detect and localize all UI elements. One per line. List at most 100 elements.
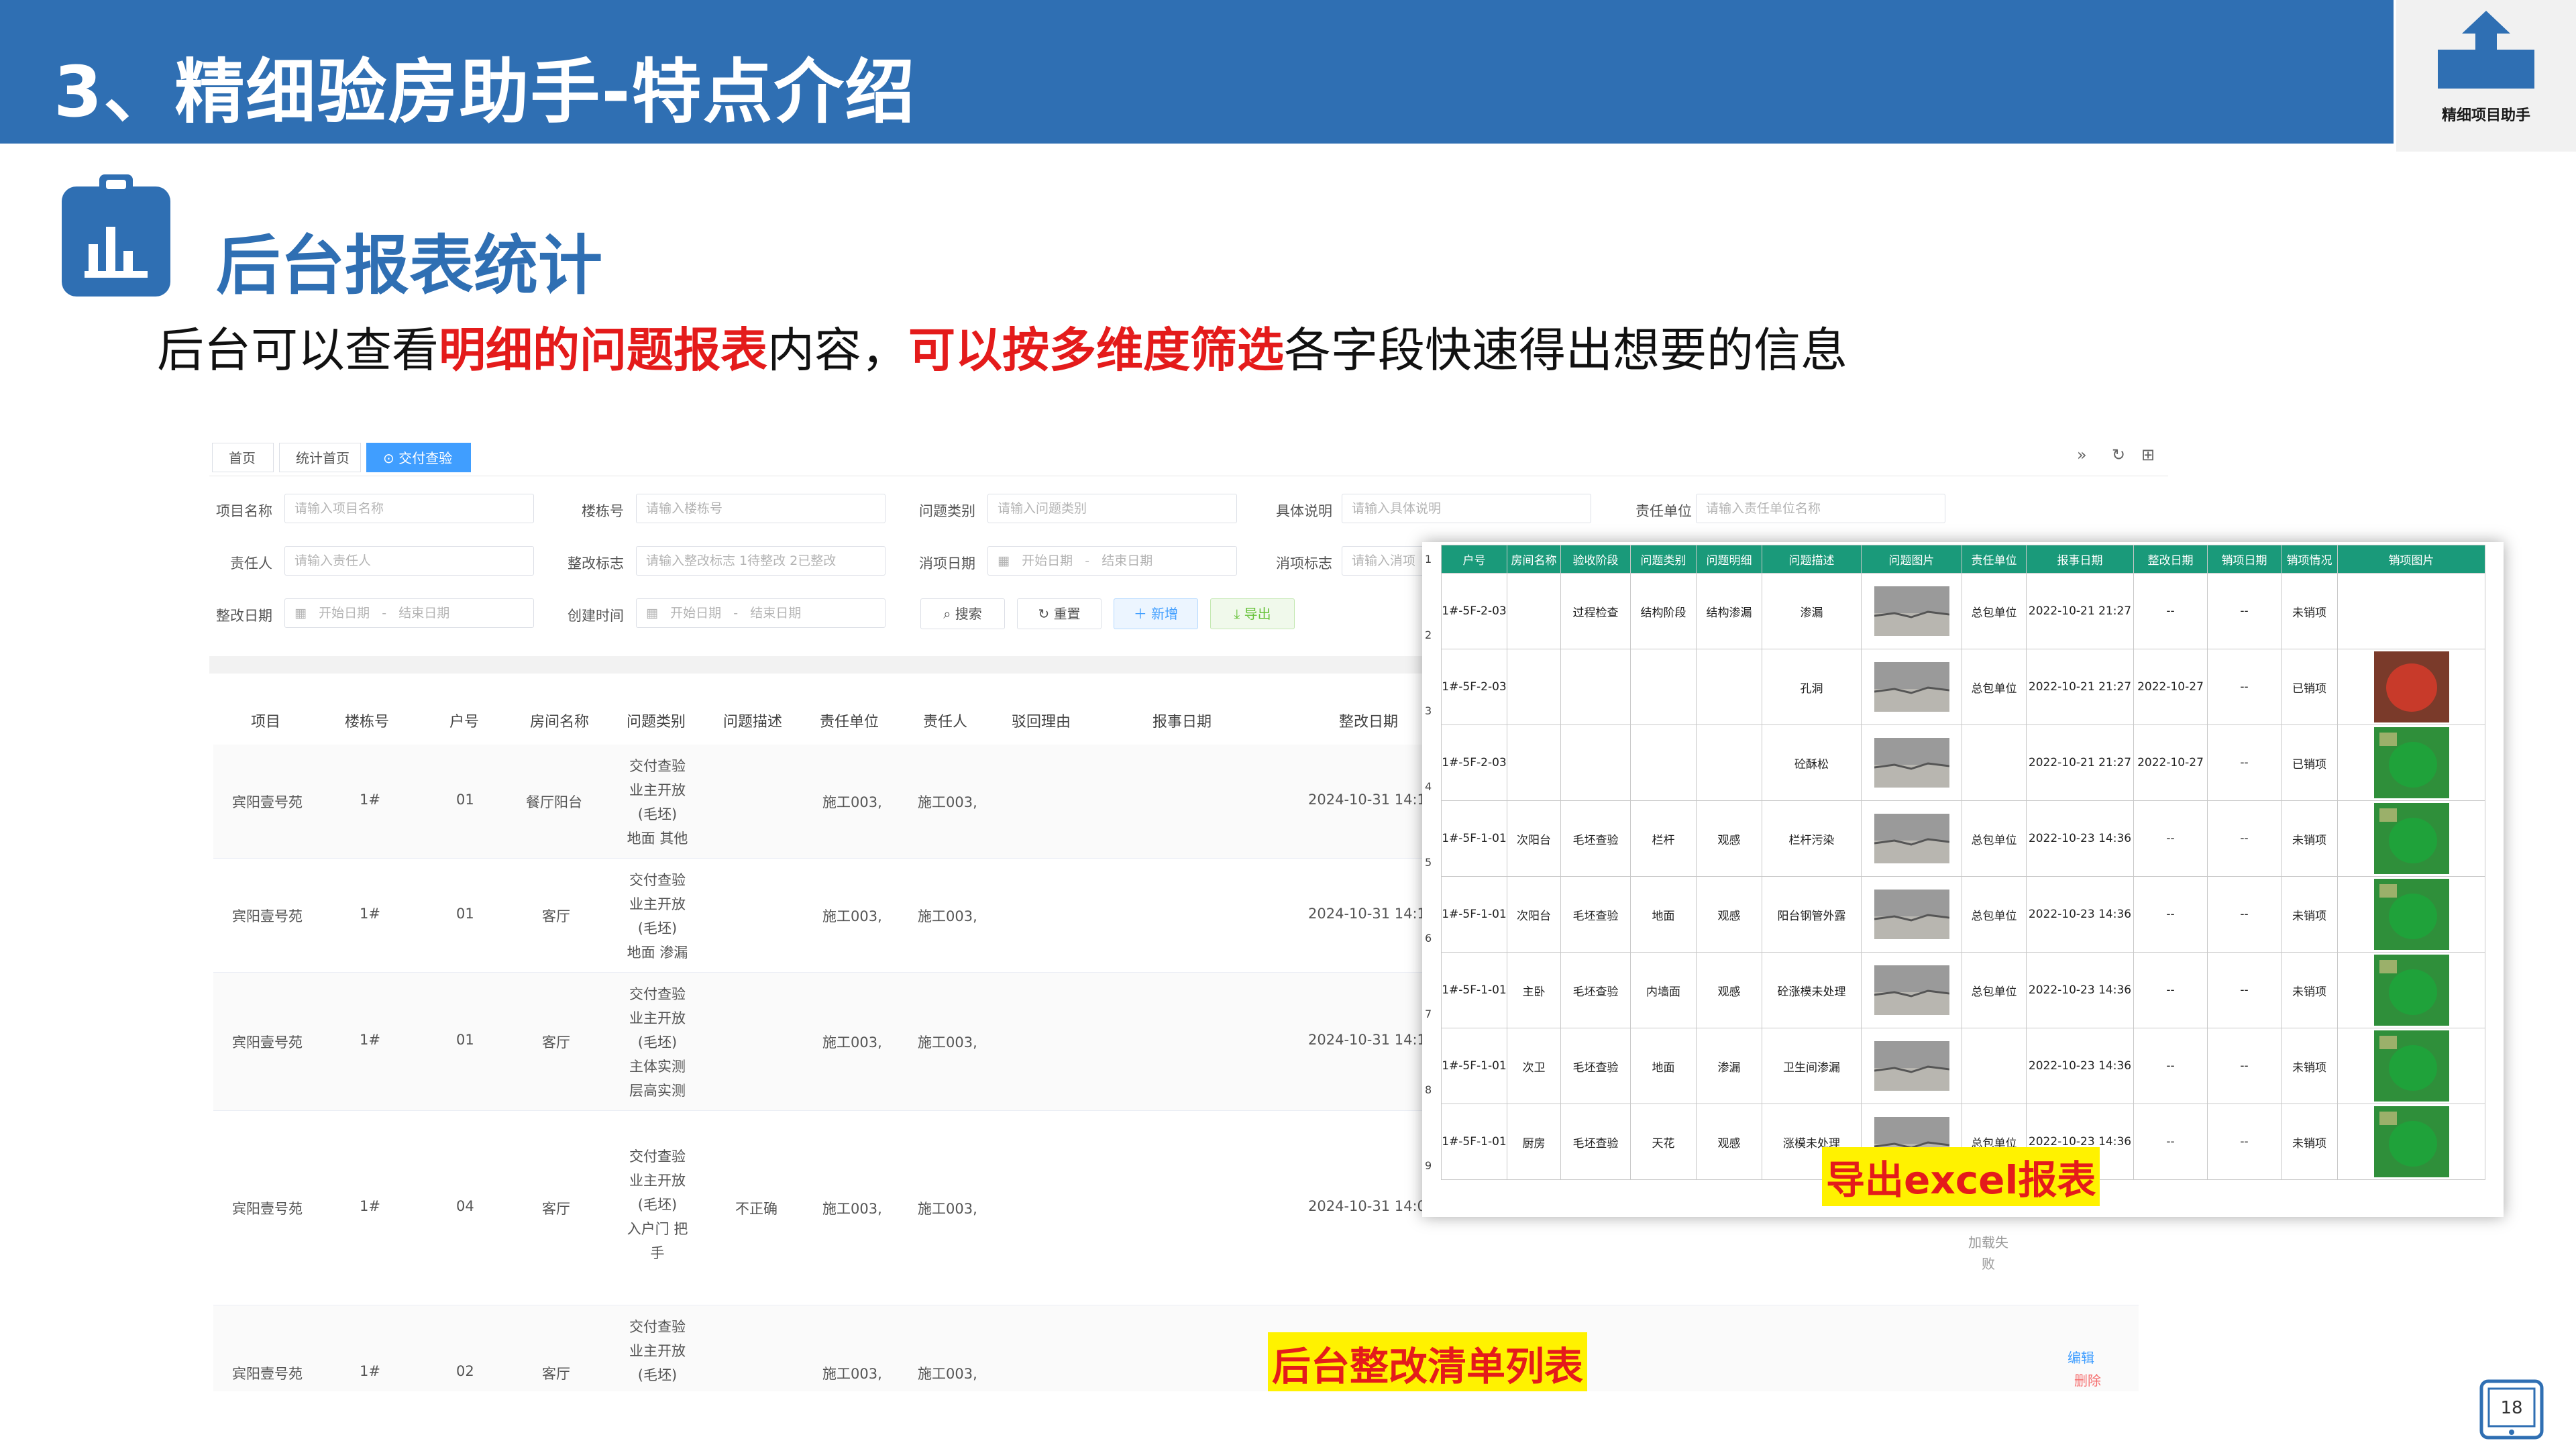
excel-cell: 总包单位 <box>1962 952 2027 1028</box>
col-company: 责任单位 <box>820 714 879 731</box>
excel-issue-photo <box>1861 952 1962 1028</box>
flag-input[interactable]: 请输入整改标志 1待整改 2已整改 <box>636 546 885 576</box>
person-input[interactable]: 请输入责任人 <box>284 546 534 576</box>
cancel-date-range[interactable]: ▦ 开始日期 - 结束日期 <box>987 546 1237 576</box>
excel-row-number: 7 <box>1425 1008 1432 1020</box>
excel-cell: 阳台钢管外露 <box>1762 876 1862 953</box>
excel-row: 1#-5F-1-01 次卫 毛坯查验 地面 渗漏 卫生间渗漏 2022-10-23 14:3… <box>1441 1028 2485 1104</box>
excel-cell: 毛坯查验 <box>1560 1028 1631 1104</box>
reset-button[interactable]: ↻ 重置 <box>1017 598 1102 629</box>
tab-delivery-inspection[interactable]: ⊙ 交付查验 <box>366 443 471 472</box>
export-button[interactable]: ⤓ 导出 <box>1210 598 1295 629</box>
add-button[interactable]: ＋ 新增 <box>1114 598 1198 629</box>
excel-cell: 厨房 <box>1507 1104 1561 1180</box>
unit-input[interactable]: 请输入责任单位名称 <box>1696 494 1945 523</box>
edit-link[interactable]: 编辑 <box>2068 1347 2094 1366</box>
section-title: 后台报表统计 <box>216 228 602 303</box>
create-time-range[interactable]: ▦ 开始日期 - 结束日期 <box>636 598 885 628</box>
expand-icon[interactable]: » <box>2077 445 2087 464</box>
excel-cell: 2022-10-23 14:36 <box>2026 800 2134 877</box>
excel-header-cell: 销项图片 <box>2337 545 2485 574</box>
cell-room: 客厅 <box>542 1366 570 1382</box>
excel-cell: 总包单位 <box>1962 876 2027 953</box>
excel-cell: 1#-5F-2-03 <box>1441 573 1507 649</box>
cell-type: 交付查验 业主开放 (毛坯) 入户门 把 <box>629 1319 686 1383</box>
cell-building: 1# <box>360 906 380 922</box>
excel-cell: 1#-5F-2-03 <box>1441 724 1507 801</box>
desc-text: 后台可以查看 <box>157 323 439 378</box>
excel-cell: 渗漏 <box>1696 1028 1762 1104</box>
excel-cleared-photo <box>2337 724 2485 801</box>
excel-row: 1#-5F-2-03 孔洞 总包单位 2022-10-21 21:27 2022-10-… <box>1441 649 2485 725</box>
category-input[interactable]: 请输入问题类别 <box>987 494 1237 523</box>
excel-cell: 1#-5F-1-01 <box>1441 952 1507 1028</box>
excel-cell: -- <box>2133 800 2208 877</box>
excel-issue-photo <box>1861 1028 1962 1104</box>
cell-type: 交付查验 业主开放 (毛坯) 地面 渗漏 <box>627 872 688 961</box>
cell-type: 交付查验 业主开放 (毛坯) 主体实测 层高实测 <box>629 986 686 1099</box>
plus-icon: ＋ <box>1133 606 1147 622</box>
excel-cell: 砼涨模未处理 <box>1762 952 1862 1028</box>
detail-input[interactable]: 请输入具体说明 <box>1342 494 1591 523</box>
excel-cell: 2022-10-21 21:27 <box>2026 649 2134 725</box>
tab-home[interactable]: 首页 <box>212 443 274 472</box>
excel-cell <box>1507 649 1561 725</box>
cell-person: 施工003, <box>918 1366 977 1382</box>
grid-icon[interactable]: ⊞ <box>2141 445 2155 464</box>
excel-cell <box>2337 573 2485 649</box>
excel-cell: 1#-5F-1-01 <box>1441 1104 1507 1180</box>
excel-header-cell: 报事日期 <box>2026 545 2134 574</box>
project-input[interactable]: 请输入项目名称 <box>284 494 534 523</box>
delete-link[interactable]: 删除 <box>2074 1370 2101 1389</box>
excel-row-number: 8 <box>1425 1083 1432 1096</box>
excel-cell: 未销项 <box>2281 1028 2338 1104</box>
refresh-icon[interactable]: ↻ <box>2112 445 2125 464</box>
col-type: 问题类别 <box>627 714 686 731</box>
cell-date: 2024-10-31 14:13: <box>1308 906 1440 922</box>
tab-stats-home[interactable]: 统计首页 <box>279 443 361 472</box>
excel-cell: -- <box>2207 876 2282 953</box>
cell-person: 施工003, <box>918 908 977 924</box>
excel-cell: 栏杆污染 <box>1762 800 1862 877</box>
cell-project: 宾阳壹号苑 <box>232 908 303 924</box>
excel-cell: 渗漏 <box>1762 573 1862 649</box>
cell-company: 施工003, <box>822 1034 882 1051</box>
excel-header-cell: 验收阶段 <box>1560 545 1631 574</box>
search-button[interactable]: ⌕ 搜索 <box>920 598 1005 629</box>
cell-type: 交付查验 业主开放 (毛坯) 地面 其他 <box>627 758 688 847</box>
tab-label: 交付查验 <box>398 450 453 466</box>
page-number: 18 <box>2479 1379 2544 1440</box>
cell-project: 宾阳壹号苑 <box>232 1366 303 1382</box>
excel-cell: 未销项 <box>2281 876 2338 953</box>
search-icon: ⌕ <box>943 606 951 622</box>
desc-highlight: 明细的问题报表 <box>439 323 767 378</box>
col-desc: 问题描述 <box>723 714 783 731</box>
excel-cell: -- <box>2133 1028 2208 1104</box>
table-row[interactable]: 宾阳壹号苑 1# 02 客厅 交付查验 业主开放 (毛坯) 入户门 把 施工00… <box>213 1305 2139 1391</box>
excel-cell: 未销项 <box>2281 800 2338 877</box>
excel-issue-photo <box>1861 876 1962 953</box>
house-upload-icon <box>2438 11 2534 89</box>
excel-cell: 卫生间渗漏 <box>1762 1028 1862 1104</box>
excel-cell: -- <box>2133 573 2208 649</box>
excel-cell: -- <box>2207 649 2282 725</box>
download-icon: ⤓ <box>1234 606 1240 622</box>
detail-label: 具体说明 <box>1276 503 1332 519</box>
excel-header-cell: 整改日期 <box>2133 545 2208 574</box>
cancel-date-label: 消项日期 <box>919 555 975 572</box>
excel-cell: 栏杆 <box>1630 800 1697 877</box>
excel-cell <box>1507 573 1561 649</box>
excel-row: 1#-5F-1-01 主卧 毛坯查验 内墙面 观感 砼涨模未处理 总包单位 2022-10-2… <box>1441 952 2485 1028</box>
project-label: 项目名称 <box>216 503 272 519</box>
building-input[interactable]: 请输入楼栋号 <box>636 494 885 523</box>
excel-cell: 毛坯查验 <box>1560 952 1631 1028</box>
col-fix-date: 整改日期 <box>1339 714 1399 731</box>
cell-project: 宾阳壹号苑 <box>232 1201 303 1217</box>
excel-cell <box>1962 724 2027 801</box>
excel-cell: 主卧 <box>1507 952 1561 1028</box>
excel-row-number: 1 <box>1425 553 1432 566</box>
excel-cell: -- <box>2133 876 2208 953</box>
fix-date-range[interactable]: ▦ 开始日期 - 结束日期 <box>284 598 534 628</box>
excel-cell: 结构阶段 <box>1630 573 1697 649</box>
excel-cell: 已销项 <box>2281 649 2338 725</box>
